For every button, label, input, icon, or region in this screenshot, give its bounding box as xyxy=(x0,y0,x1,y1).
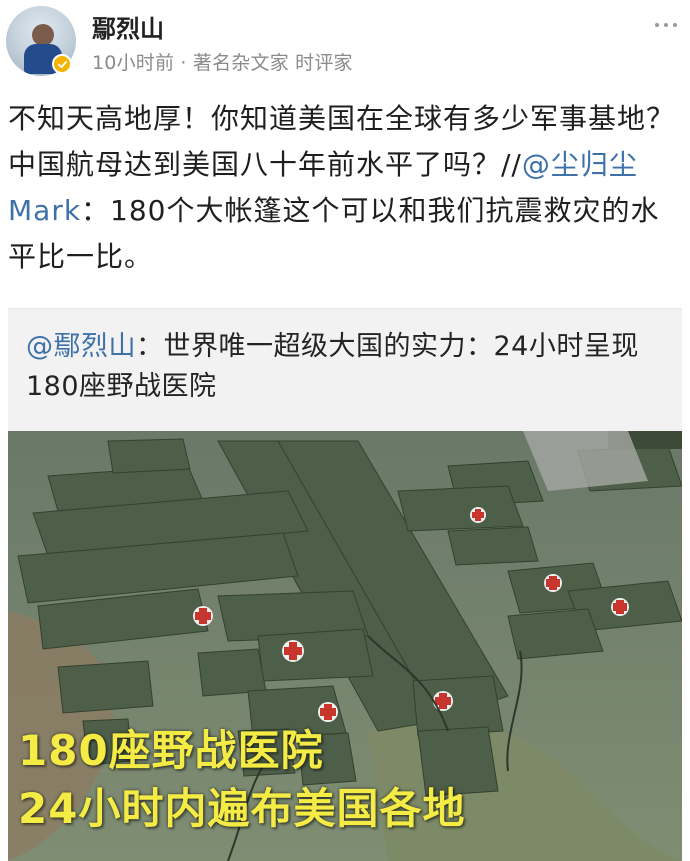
more-options-icon[interactable] xyxy=(652,16,680,34)
quoted-user-mention-link[interactable]: @鄢烈山 xyxy=(26,331,136,362)
post-meta: 10小时前 · 著名杂文家 时评家 xyxy=(92,52,353,74)
more-dot xyxy=(673,23,677,27)
post-text-after: ：180个大帐篷这个可以和我们抗震救灾的水平比一比。 xyxy=(8,194,660,273)
verified-badge-icon xyxy=(52,54,72,74)
more-dot xyxy=(664,23,668,27)
more-dot xyxy=(655,23,659,27)
post-body: 不知天高地厚！你知道美国在全球有多少军事基地？中国航母达到美国八十年前水平了吗？… xyxy=(8,96,686,280)
post-header: 鄢烈山 10小时前 · 著名杂文家 时评家 xyxy=(0,0,690,92)
avatar-person-head xyxy=(32,24,54,46)
photo-caption-line-2: 24小时内遍布美国各地 xyxy=(18,784,466,833)
username[interactable]: 鄢烈山 xyxy=(92,9,164,44)
quoted-post[interactable]: @鄢烈山：世界唯一超级大国的实力：24小时呈现180座野战医院 180座野战医院… xyxy=(8,308,682,861)
photo-caption-line-1: 180座野战医院 xyxy=(18,726,324,775)
quoted-post-text: @鄢烈山：世界唯一超级大国的实力：24小时呈现180座野战医院 xyxy=(26,327,676,407)
field-hospital-photo[interactable]: 180座野战医院 24小时内遍布美国各地 xyxy=(8,431,682,861)
